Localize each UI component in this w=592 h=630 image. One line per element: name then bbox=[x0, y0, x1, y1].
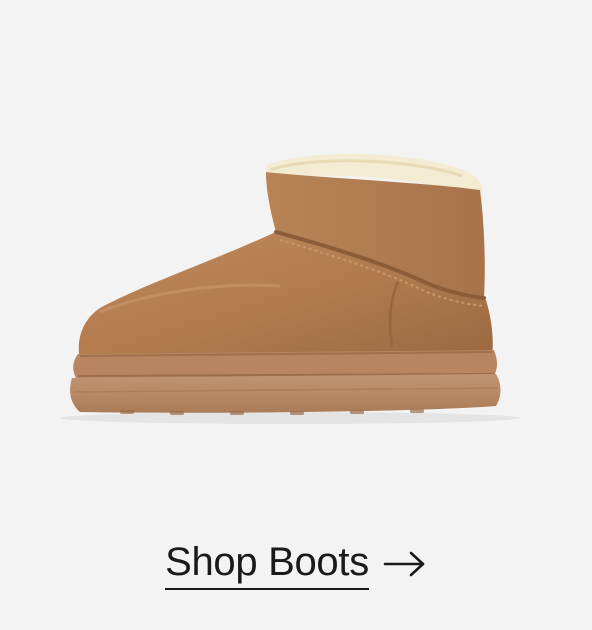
shop-boots-link[interactable]: Shop Boots bbox=[0, 536, 592, 592]
boot-product-image[interactable] bbox=[0, 0, 592, 520]
arrow-right-icon bbox=[383, 549, 427, 579]
promo-card: Shop Boots bbox=[0, 0, 592, 630]
shop-boots-label: Shop Boots bbox=[165, 538, 369, 590]
